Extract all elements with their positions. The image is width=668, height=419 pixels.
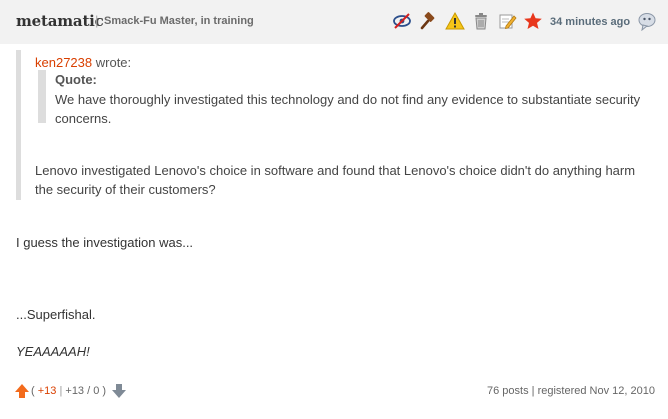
forum-post: metamatic | Smack-Fu Master, in training: [0, 0, 668, 419]
warning-icon[interactable]: [445, 11, 465, 31]
post-paragraph: ...Superfishal.: [16, 307, 96, 322]
stats-separator: |: [531, 385, 535, 397]
post-header: metamatic | Smack-Fu Master, in training: [0, 0, 668, 44]
quote-body-text: Lenovo investigated Lenovo's choice in s…: [35, 163, 636, 197]
quote-author-link[interactable]: ken27238: [35, 55, 92, 70]
vote-score: +13: [37, 385, 57, 397]
chat-bubble-icon[interactable]: [637, 11, 657, 31]
vote-breakdown: +13 / 0: [65, 385, 100, 397]
downvote-arrow-icon[interactable]: [111, 383, 127, 399]
upvote-arrow-icon[interactable]: [14, 383, 30, 399]
username[interactable]: metamatic: [16, 12, 104, 30]
user-title: Smack-Fu Master, in training: [104, 15, 254, 27]
gavel-icon[interactable]: [419, 11, 439, 31]
post-count-link[interactable]: 76 posts: [487, 385, 529, 397]
nested-quote-text: We have thoroughly investigated this tec…: [55, 92, 641, 126]
post-paragraph: I guess the investigation was...: [16, 235, 194, 250]
vote-summary: ( +13 | +13 / 0 ): [31, 385, 106, 397]
quote-wrote-label: wrote:: [95, 55, 132, 70]
post-paragraph: YEAAAAAH!: [16, 344, 90, 359]
star-icon[interactable]: [523, 11, 543, 31]
trash-icon[interactable]: [471, 11, 491, 31]
registered-date: registered Nov 12, 2010: [537, 385, 655, 397]
edit-icon[interactable]: [497, 11, 517, 31]
vote-paren-open: (: [31, 385, 35, 397]
quote-attribution: ken27238 wrote:: [35, 55, 131, 70]
vote-separator: |: [59, 385, 63, 397]
vote-paren-close: ): [102, 385, 107, 397]
nested-quote-label: Quote:: [55, 72, 97, 87]
hide-icon[interactable]: [392, 11, 412, 31]
nested-quote-bar: [38, 70, 46, 123]
author-stats: 76 posts | registered Nov 12, 2010: [487, 385, 655, 397]
header-separator: |: [95, 13, 99, 28]
post-timestamp[interactable]: 34 minutes ago: [550, 16, 630, 28]
